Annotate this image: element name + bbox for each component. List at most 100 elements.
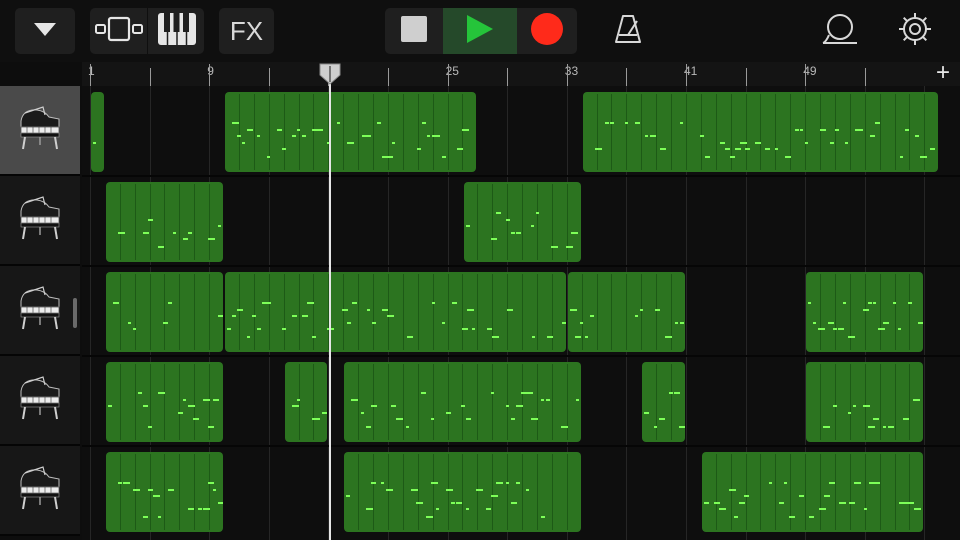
track-header[interactable]: [0, 266, 80, 356]
midi-note: [788, 516, 795, 518]
region-bar-divider: [134, 454, 136, 530]
midi-region[interactable]: [567, 272, 685, 352]
keyboard-button[interactable]: [147, 8, 205, 54]
midi-note: [898, 328, 902, 330]
settings-button[interactable]: [890, 8, 940, 54]
tracks-view-button[interactable]: [90, 8, 147, 54]
region-bar-divider: [566, 364, 568, 440]
midi-region[interactable]: [344, 362, 581, 442]
midi-note: [367, 309, 371, 311]
region-bar-divider: [402, 274, 404, 350]
midi-note: [411, 489, 419, 491]
grand-piano-icon: [15, 283, 65, 338]
region-bar-divider: [864, 364, 866, 440]
region-bar-divider: [492, 184, 494, 260]
midi-note: [207, 426, 214, 428]
region-bar-divider: [671, 274, 673, 350]
midi-region[interactable]: [105, 362, 224, 442]
record-button[interactable]: [517, 8, 577, 54]
midi-note: [929, 148, 935, 150]
midi-note: [167, 302, 172, 304]
track-headers: [0, 86, 82, 540]
midi-region[interactable]: [642, 362, 685, 442]
tracks-view-icon: [94, 16, 143, 47]
midi-note: [873, 302, 877, 304]
region-bar-divider: [566, 184, 568, 260]
midi-region[interactable]: [91, 92, 104, 172]
region-bar-divider: [879, 94, 881, 170]
midi-region[interactable]: [582, 92, 939, 172]
midi-note: [828, 482, 835, 484]
region-bar-divider: [164, 364, 166, 440]
fx-button[interactable]: FX: [219, 8, 274, 54]
midi-region[interactable]: [105, 182, 224, 262]
midi-note: [282, 328, 287, 330]
region-bar-divider: [209, 364, 211, 440]
region-bar-divider: [179, 364, 181, 440]
midi-note: [217, 502, 223, 504]
midi-note: [783, 482, 787, 484]
midi-note: [452, 302, 458, 304]
midi-note: [893, 302, 897, 304]
midi-region[interactable]: [105, 452, 224, 532]
track-resize-handle[interactable]: [73, 298, 77, 328]
midi-region[interactable]: [463, 182, 581, 262]
midi-region[interactable]: [806, 272, 924, 352]
timeline-ruler[interactable]: 191725334149 +: [82, 60, 960, 87]
midi-note: [122, 482, 130, 484]
midi-note: [431, 418, 435, 420]
region-bar-divider: [492, 364, 494, 440]
midi-note: [798, 495, 804, 497]
midi-note: [516, 482, 521, 484]
midi-note: [535, 212, 539, 214]
midi-note: [396, 418, 404, 420]
midi-note: [177, 412, 183, 414]
region-bar-divider: [268, 94, 270, 170]
stop-button[interactable]: [385, 8, 443, 54]
midi-region[interactable]: [225, 92, 477, 172]
midi-note: [367, 135, 372, 137]
midi-region[interactable]: [701, 452, 924, 532]
region-bar-divider: [849, 364, 851, 440]
midi-region[interactable]: [105, 272, 224, 352]
arrangement-grid[interactable]: [82, 86, 960, 540]
midi-note: [432, 302, 436, 304]
midi-note: [132, 489, 140, 491]
midi-note: [217, 225, 221, 227]
menu-button[interactable]: [15, 8, 75, 54]
midi-note: [137, 392, 142, 394]
region-bar-divider: [402, 364, 404, 440]
region-bar-divider: [507, 274, 509, 350]
region-bar-divider: [894, 274, 896, 350]
metronome-button[interactable]: [603, 8, 653, 54]
stop-icon: [401, 15, 427, 47]
midi-note: [878, 328, 886, 330]
midi-region[interactable]: [284, 362, 328, 442]
midi-note: [382, 309, 389, 311]
track-header[interactable]: [0, 176, 80, 266]
playhead-handle[interactable]: [318, 63, 342, 85]
track-header[interactable]: [0, 86, 80, 176]
midi-note: [392, 142, 396, 144]
midi-note: [833, 405, 838, 407]
midi-region[interactable]: [806, 362, 924, 442]
region-bar-divider: [879, 274, 881, 350]
region-bar-divider: [149, 364, 151, 440]
region-bar-divider: [596, 94, 598, 170]
midi-note: [107, 405, 112, 407]
midi-note: [634, 122, 640, 124]
track-header[interactable]: [0, 446, 80, 536]
midi-note: [490, 238, 497, 240]
midi-note: [863, 508, 867, 510]
midi-region[interactable]: [225, 272, 566, 352]
region-bar-divider: [551, 274, 553, 350]
loop-browser-button[interactable]: [815, 8, 865, 54]
midi-note: [451, 502, 456, 504]
ruler-tick: [209, 64, 211, 86]
play-button[interactable]: [443, 8, 517, 54]
midi-note: [883, 426, 887, 428]
add-section-button[interactable]: +: [936, 60, 950, 86]
midi-note: [277, 129, 283, 131]
track-header[interactable]: [0, 356, 80, 446]
midi-region[interactable]: [344, 452, 581, 532]
